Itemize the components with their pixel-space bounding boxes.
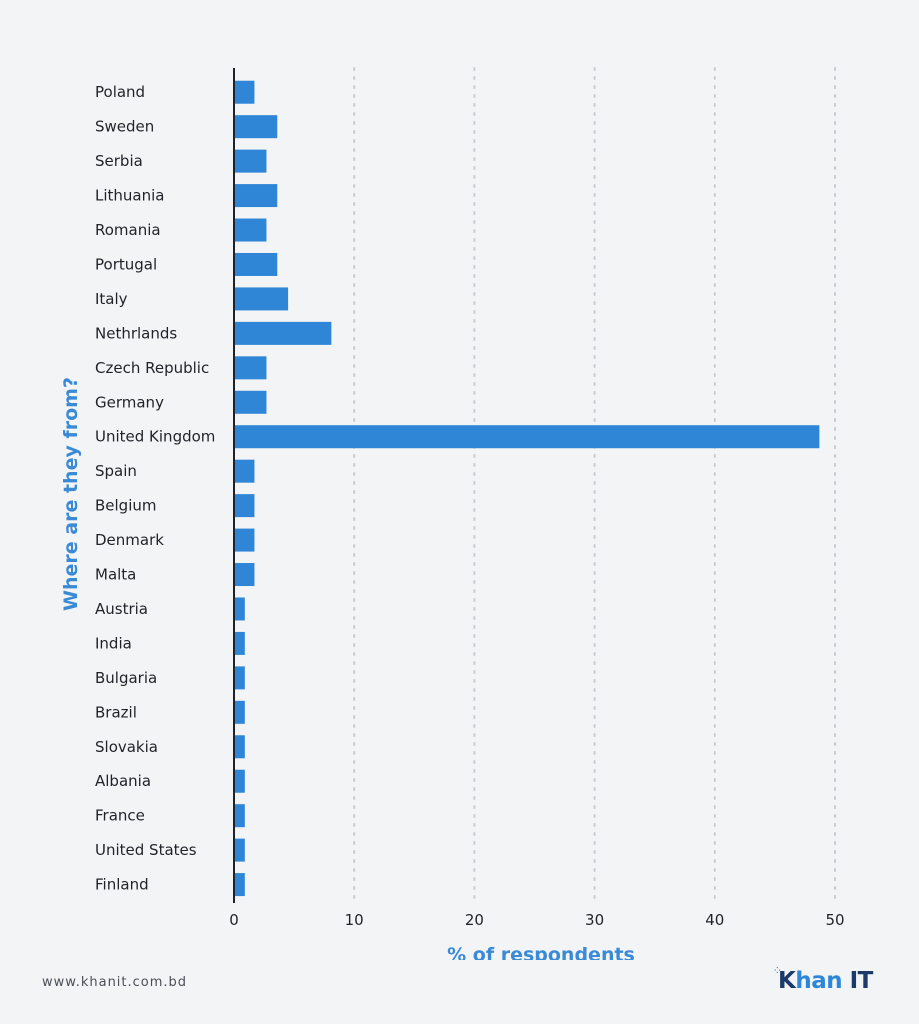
- category-label: Austria: [95, 600, 148, 618]
- bars: [234, 80, 820, 897]
- x-tick-label: 10: [345, 911, 364, 929]
- category-label: Slovakia: [95, 738, 158, 756]
- gridlines: [353, 67, 836, 904]
- category-label: Germany: [95, 393, 164, 411]
- bar-poland: [234, 80, 255, 104]
- category-label: Malta: [95, 566, 136, 584]
- category-label: Belgium: [95, 497, 157, 515]
- category-label: Nethrlands: [95, 324, 177, 342]
- x-axis-title: % of respondents: [447, 944, 635, 960]
- logo-han: han: [795, 968, 843, 994]
- website-url: www.khanit.com.bd: [42, 975, 188, 990]
- x-tick-labels: 0 10 20 30 40 50: [229, 911, 844, 929]
- logo-it: IT: [842, 968, 874, 994]
- bar-united-states: [234, 838, 245, 862]
- category-label: Denmark: [95, 531, 164, 549]
- bar-portugal: [234, 252, 278, 276]
- khan-it-logo: ⁘ Khan IT: [774, 966, 874, 994]
- bar-france: [234, 804, 245, 828]
- bar-italy: [234, 287, 289, 311]
- bar-serbia: [234, 149, 267, 173]
- bar-denmark: [234, 528, 255, 552]
- bar-india: [234, 631, 245, 655]
- category-label: Finland: [95, 876, 149, 894]
- bar-germany: [234, 390, 267, 414]
- bar-chart: Poland Sweden Serbia Lithuania Romania Portug…: [60, 67, 845, 960]
- category-label: Brazil: [95, 703, 137, 721]
- bar-finland: [234, 873, 245, 897]
- category-label: United Kingdom: [95, 428, 215, 446]
- x-tick-label: 30: [585, 911, 604, 929]
- bar-nethrlands: [234, 321, 332, 345]
- category-label: Portugal: [95, 255, 157, 273]
- bar-united-kingdom: [234, 425, 820, 449]
- category-label: France: [95, 807, 145, 825]
- x-tick-label: 20: [465, 911, 484, 929]
- bar-slovakia: [234, 735, 245, 759]
- bar-romania: [234, 218, 267, 242]
- bar-belgium: [234, 494, 255, 518]
- bar-czech-republic: [234, 356, 267, 380]
- y-axis-title: Where are they from?: [60, 377, 82, 611]
- x-tick-label: 50: [825, 911, 844, 929]
- bar-austria: [234, 597, 245, 621]
- category-label: Sweden: [95, 118, 154, 136]
- category-labels: Poland Sweden Serbia Lithuania Romania Portug…: [95, 83, 215, 893]
- category-label: Italy: [95, 290, 128, 308]
- x-tick-label: 0: [229, 911, 239, 929]
- category-label: India: [95, 634, 132, 652]
- bar-spain: [234, 459, 255, 483]
- category-label: Poland: [95, 83, 145, 101]
- bar-lithuania: [234, 184, 278, 208]
- category-label: Spain: [95, 462, 137, 480]
- x-tick-label: 40: [705, 911, 724, 929]
- bar-bulgaria: [234, 666, 245, 690]
- bar-malta: [234, 563, 255, 587]
- category-label: Romania: [95, 221, 161, 239]
- bar-sweden: [234, 115, 278, 139]
- category-label: Czech Republic: [95, 359, 209, 377]
- bar-brazil: [234, 700, 245, 724]
- logo-dots-icon: ⁘: [774, 966, 781, 975]
- category-label: Albania: [95, 772, 151, 790]
- category-label: Bulgaria: [95, 669, 157, 687]
- bar-albania: [234, 769, 245, 793]
- category-label: United States: [95, 841, 197, 859]
- category-label: Serbia: [95, 152, 143, 170]
- category-label: Lithuania: [95, 187, 164, 205]
